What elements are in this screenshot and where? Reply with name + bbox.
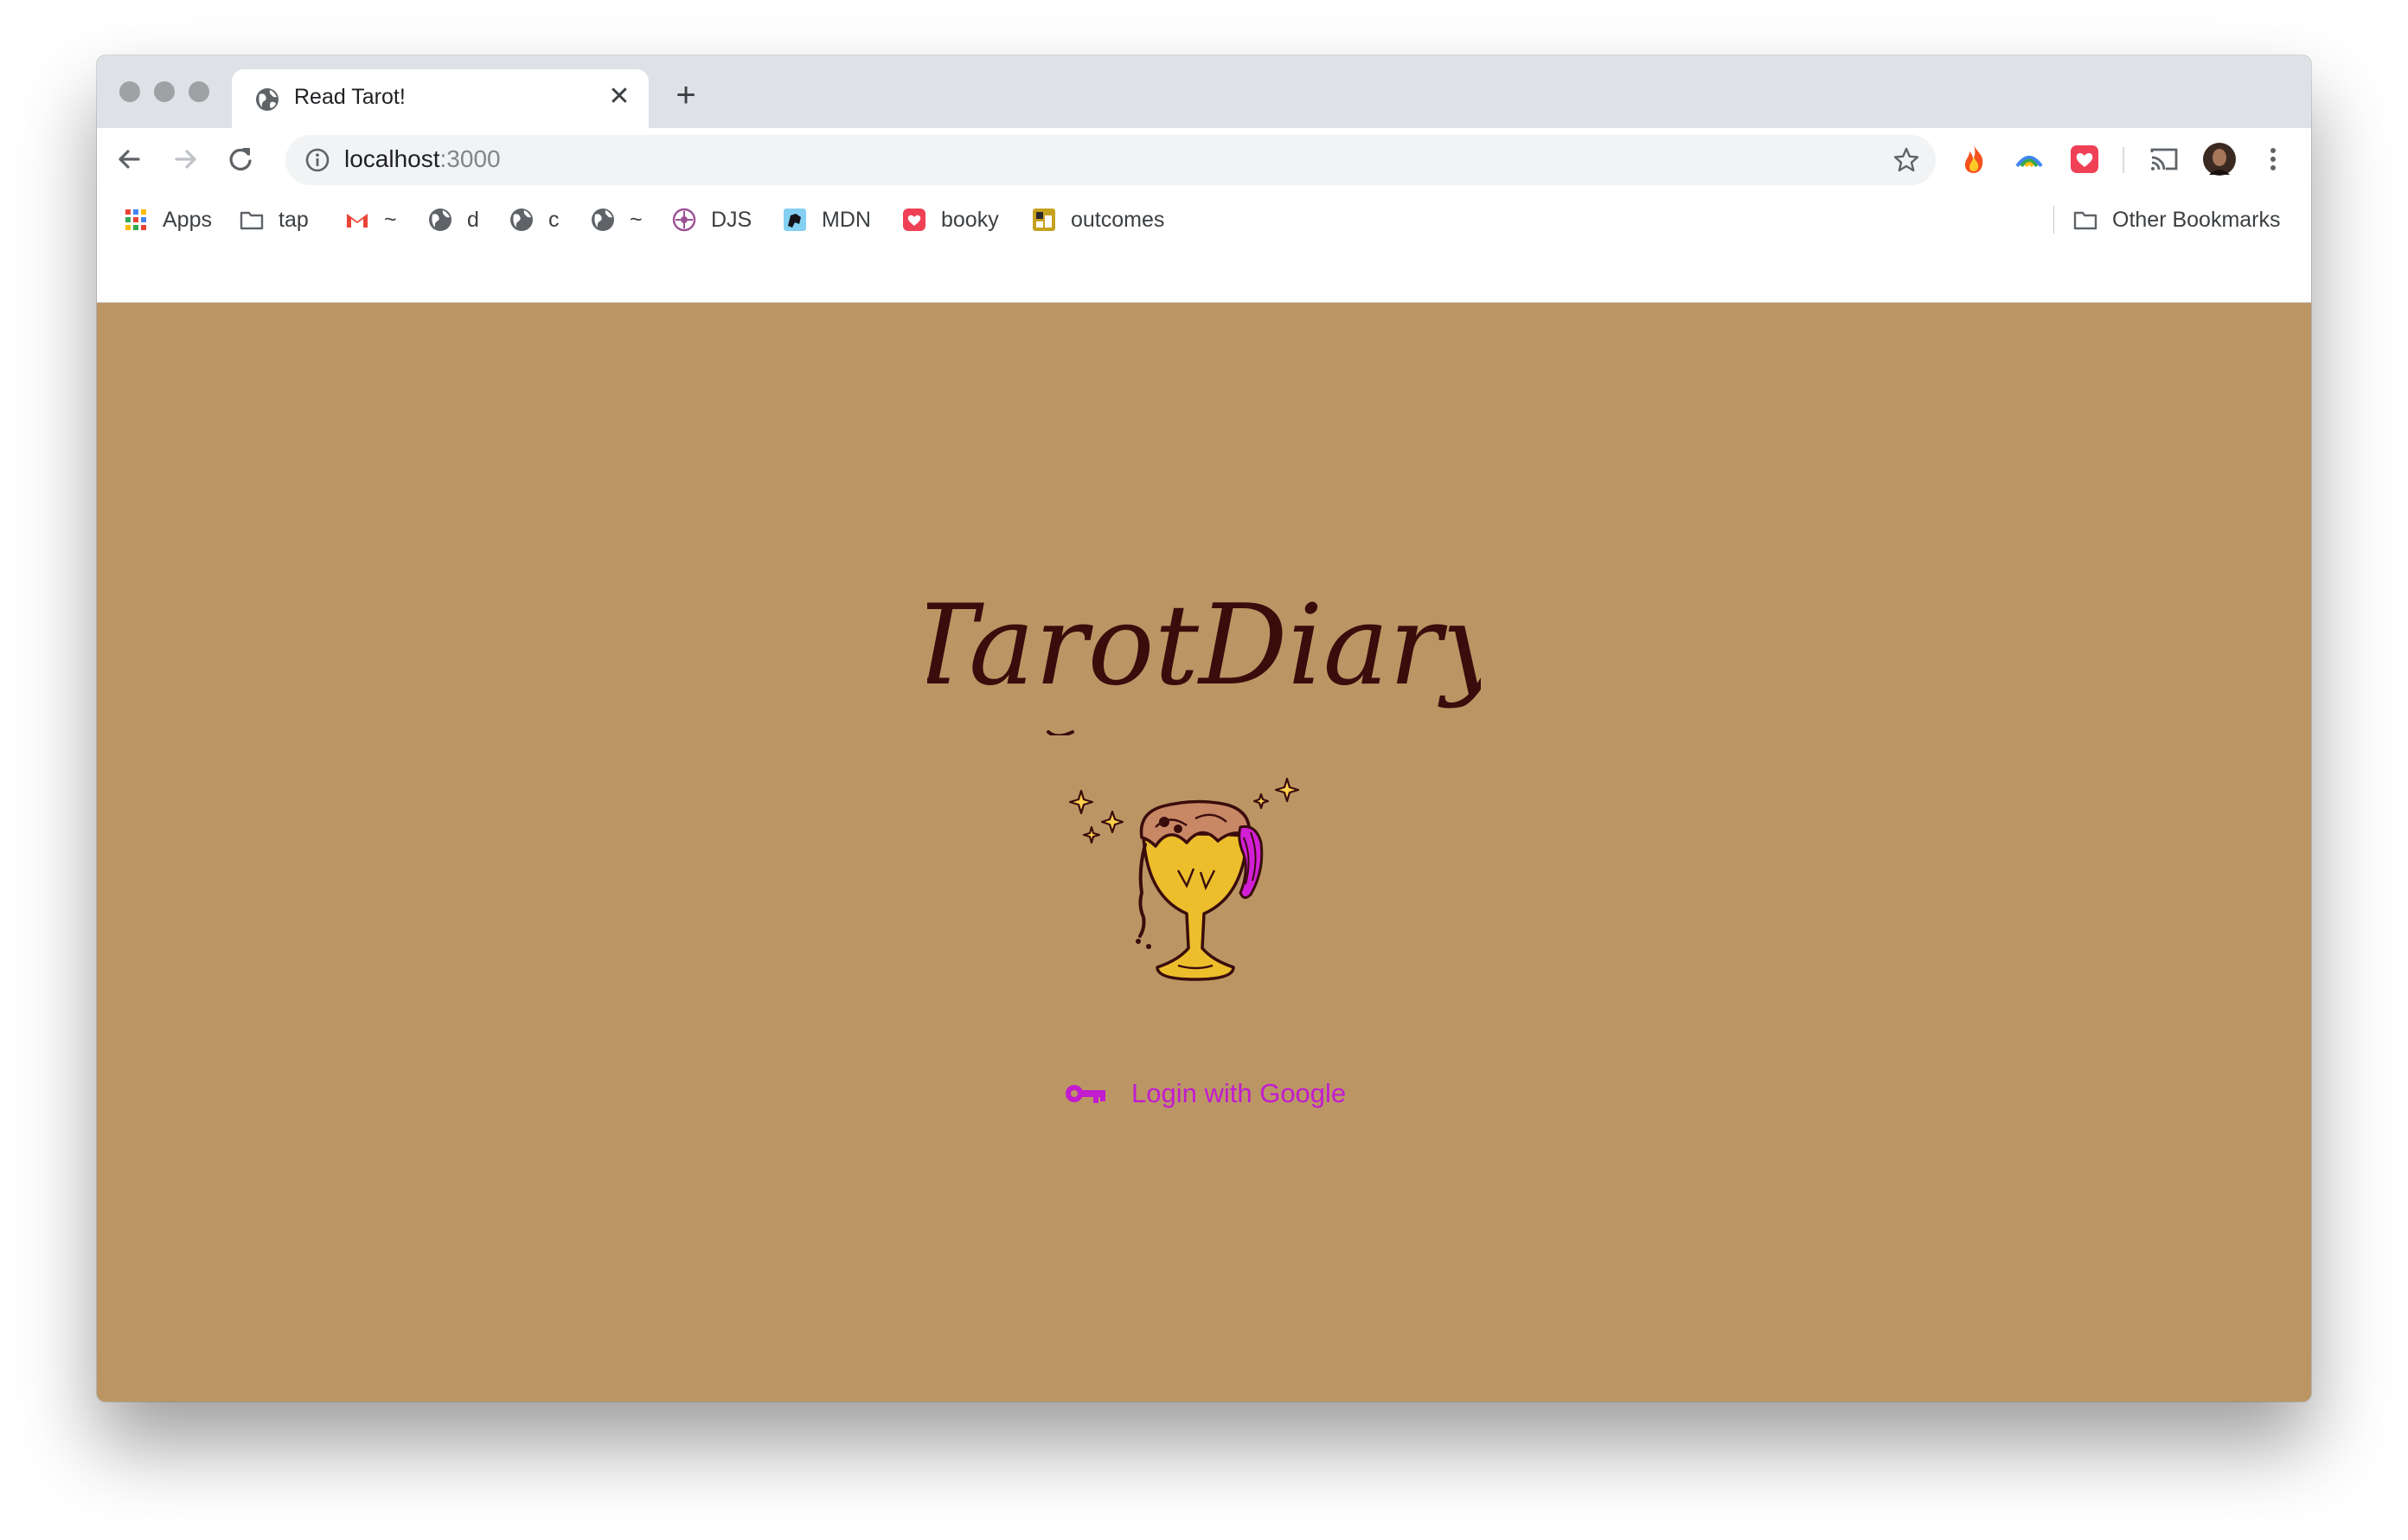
tab-title: Read Tarot! bbox=[294, 85, 406, 109]
gmail-icon bbox=[347, 214, 368, 228]
fire-extension-icon[interactable] bbox=[1956, 142, 1991, 176]
menu-kebab-icon[interactable] bbox=[2256, 142, 2290, 176]
folder-icon bbox=[240, 211, 264, 230]
site-info-icon[interactable] bbox=[304, 147, 330, 173]
reload-icon[interactable] bbox=[221, 140, 259, 178]
bookmark-label: MDN bbox=[822, 207, 871, 232]
logo-text: TarotDiary bbox=[927, 581, 1481, 710]
globe-icon bbox=[429, 209, 452, 231]
new-tab-button[interactable]: + bbox=[666, 76, 706, 116]
tab-read-tarot[interactable]: Read Tarot! ✕ bbox=[232, 69, 649, 128]
bookmark-label: DJS bbox=[711, 207, 752, 232]
profile-avatar[interactable] bbox=[2202, 142, 2237, 176]
bookmark-label: tap bbox=[279, 207, 309, 232]
bookmark-label: c bbox=[548, 207, 560, 232]
bookmark-d[interactable]: d bbox=[427, 204, 479, 235]
tab-close-icon[interactable]: ✕ bbox=[605, 83, 633, 111]
address-url: localhost:3000 bbox=[344, 145, 501, 173]
globe-icon bbox=[592, 209, 614, 231]
tab-strip: Read Tarot! ✕ + bbox=[97, 55, 2311, 128]
address-host: localhost bbox=[344, 145, 440, 172]
bookmarks-bar: Apps tap ~ d c ~ DJS MDN booky outcomes … bbox=[97, 192, 2311, 303]
window-zoom-control[interactable] bbox=[189, 81, 209, 102]
browser-toolbar: localhost:3000 bbox=[97, 128, 2311, 192]
address-bar[interactable]: localhost:3000 bbox=[285, 135, 1936, 185]
djs-icon bbox=[672, 208, 696, 232]
address-port: :3000 bbox=[439, 145, 501, 172]
browser-window: Read Tarot! ✕ + localhost:3000 Apps tap … bbox=[97, 55, 2311, 1402]
bookmark-label: outcomes bbox=[1071, 207, 1165, 232]
bookmark-booky[interactable]: booky bbox=[901, 204, 999, 235]
login-with-google-button[interactable]: Login with Google bbox=[1064, 1073, 1346, 1114]
forward-arrow-icon[interactable] bbox=[166, 140, 204, 178]
bookmark-label: ~ bbox=[630, 207, 643, 232]
bookmark-label: ~ bbox=[384, 207, 397, 232]
page-content: TarotDiary Login with Google bbox=[97, 303, 2311, 1402]
folder-icon bbox=[2073, 211, 2097, 230]
chalice-illustration bbox=[1068, 777, 1300, 981]
bookmark-label: booky bbox=[941, 207, 999, 232]
bookmark-other[interactable]: Other Bookmarks bbox=[2072, 204, 2281, 235]
globe-icon bbox=[256, 88, 279, 111]
booky-icon bbox=[903, 209, 925, 231]
outcomes-icon bbox=[1033, 209, 1055, 231]
bookmarks-divider bbox=[2053, 206, 2054, 234]
bookmark-mdn[interactable]: MDN bbox=[782, 204, 871, 235]
bookmark-label: Apps bbox=[163, 207, 212, 232]
pocket-extension-icon[interactable] bbox=[2067, 142, 2102, 176]
window-close-control[interactable] bbox=[119, 81, 140, 102]
rainbow-extension-icon[interactable] bbox=[2012, 142, 2046, 176]
sparkle-icon bbox=[1068, 789, 1124, 844]
back-arrow-icon[interactable] bbox=[111, 140, 149, 178]
globe-icon bbox=[510, 209, 533, 231]
window-minimize-control[interactable] bbox=[154, 81, 175, 102]
bookmark-star-icon[interactable] bbox=[1892, 146, 1920, 174]
bookmark-label: Other Bookmarks bbox=[2112, 207, 2281, 232]
apps-grid-icon bbox=[125, 209, 146, 230]
bookmark-gmail[interactable]: ~ bbox=[344, 204, 397, 235]
bookmark-c[interactable]: c bbox=[509, 204, 560, 235]
toolbar-divider bbox=[2123, 147, 2124, 173]
bookmark-outcomes[interactable]: outcomes bbox=[1031, 204, 1164, 235]
tarot-diary-logo: TarotDiary bbox=[927, 581, 1481, 735]
cast-icon[interactable] bbox=[2147, 142, 2181, 176]
bookmark-apps[interactable]: Apps bbox=[123, 204, 212, 235]
bookmark-djs[interactable]: DJS bbox=[671, 204, 752, 235]
login-label: Login with Google bbox=[1131, 1078, 1347, 1108]
key-icon bbox=[1066, 1085, 1105, 1103]
mdn-icon bbox=[784, 209, 806, 231]
bookmark-tap[interactable]: tap bbox=[239, 204, 309, 235]
sparkle-icon bbox=[1252, 777, 1300, 810]
bookmark-label: d bbox=[467, 207, 479, 232]
bookmark-tilde[interactable]: ~ bbox=[590, 204, 643, 235]
